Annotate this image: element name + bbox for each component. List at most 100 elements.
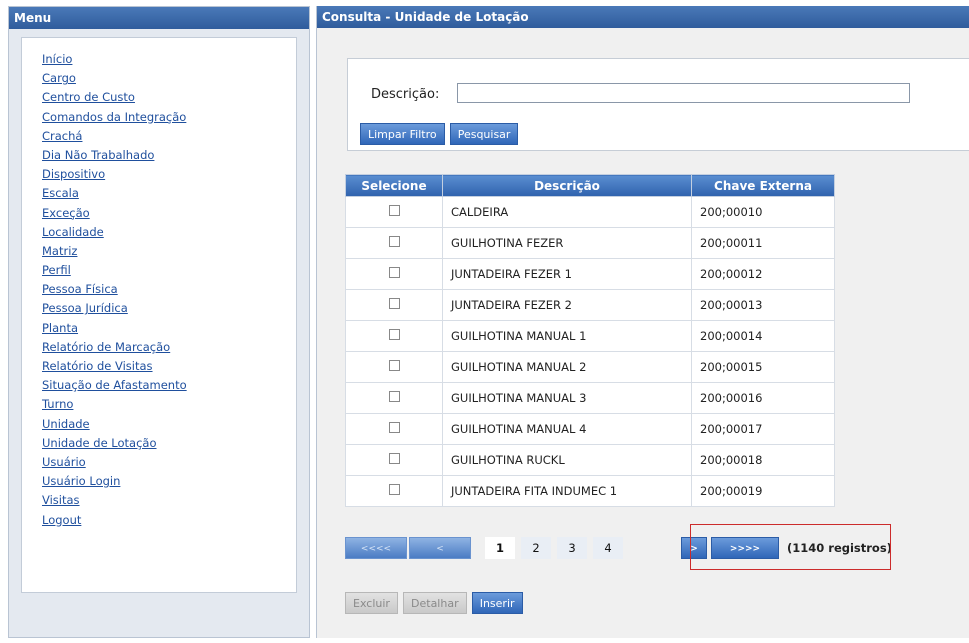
table-row: GUILHOTINA MANUAL 4 200;00017: [345, 413, 835, 445]
select-cell: [345, 227, 443, 259]
table-row: GUILHOTINA RUCKL 200;00018: [345, 444, 835, 476]
sidebar-item: Unidade: [42, 413, 296, 432]
sidebar-item-link[interactable]: Unidade: [42, 417, 90, 431]
page-4-button[interactable]: 4: [593, 537, 623, 559]
prev-page-button[interactable]: <: [409, 537, 471, 559]
header-select[interactable]: Selecione: [345, 174, 443, 197]
page-2-button[interactable]: 2: [521, 537, 551, 559]
row-checkbox[interactable]: [388, 453, 400, 464]
sidebar-item: Perfil: [42, 259, 296, 278]
row-checkbox[interactable]: [388, 360, 400, 371]
header-external-key[interactable]: Chave Externa: [691, 174, 835, 197]
description-input[interactable]: [457, 83, 910, 103]
description-cell: JUNTADEIRA FITA INDUMEC 1: [442, 475, 692, 507]
table-row: GUILHOTINA FEZER 200;00011: [345, 227, 835, 259]
row-checkbox[interactable]: [388, 329, 400, 340]
sidebar-item: Usuário Login: [42, 470, 296, 489]
sidebar-item-link[interactable]: Início: [42, 52, 72, 66]
sidebar-item-link[interactable]: Usuário Login: [42, 474, 120, 488]
external-key-cell: 200;00013: [691, 289, 835, 321]
table-row: JUNTADEIRA FEZER 1 200;00012: [345, 258, 835, 290]
delete-button[interactable]: Excluir: [345, 592, 398, 614]
sidebar-menu-panel: Menu Início Cargo Centro de Custo Comandos …: [8, 6, 310, 638]
sidebar-item-link[interactable]: Matriz: [42, 244, 77, 258]
sidebar-item: Comandos da Integração: [42, 106, 296, 125]
sidebar-item: Situação de Afastamento: [42, 374, 296, 393]
sidebar-item-link[interactable]: Relatório de Visitas: [42, 359, 153, 373]
sidebar-item: Centro de Custo: [42, 86, 296, 105]
sidebar-item: Dia Não Trabalhado: [42, 144, 296, 163]
clear-filter-button[interactable]: Limpar Filtro: [360, 123, 445, 145]
select-cell: [345, 475, 443, 507]
sidebar-item-link[interactable]: Centro de Custo: [42, 90, 135, 104]
description-cell: JUNTADEIRA FEZER 1: [442, 258, 692, 290]
sidebar-item: Escala: [42, 182, 296, 201]
external-key-cell: 200;00010: [691, 196, 835, 228]
row-checkbox[interactable]: [388, 484, 400, 495]
sidebar-item-link[interactable]: Pessoa Física: [42, 282, 118, 296]
sidebar-item-link[interactable]: Localidade: [42, 225, 104, 239]
filter-buttons: Limpar Filtro Pesquisar: [360, 123, 519, 145]
page-1-button[interactable]: 1: [485, 537, 515, 559]
sidebar-title: Menu: [9, 7, 309, 29]
sidebar-item-link[interactable]: Perfil: [42, 263, 71, 277]
sidebar-item-link[interactable]: Comandos da Integração: [42, 110, 186, 124]
sidebar-item: Início: [42, 48, 296, 67]
sidebar-item-link[interactable]: Relatório de Marcação: [42, 340, 170, 354]
sidebar-item: Pessoa Jurídica: [42, 297, 296, 316]
filter-box: Descrição: Limpar Filtro Pesquisar: [347, 58, 969, 151]
menu-list: Início Cargo Centro de Custo Comandos da In…: [22, 38, 296, 528]
external-key-cell: 200;00014: [691, 320, 835, 352]
sidebar-item-link[interactable]: Situação de Afastamento: [42, 378, 187, 392]
sidebar-item: Relatório de Visitas: [42, 355, 296, 374]
search-button[interactable]: Pesquisar: [449, 123, 519, 145]
select-cell: [345, 382, 443, 414]
row-checkbox[interactable]: [388, 391, 400, 402]
sidebar-item: Cargo: [42, 67, 296, 86]
external-key-cell: 200;00018: [691, 444, 835, 476]
row-checkbox[interactable]: [388, 236, 400, 247]
description-cell: GUILHOTINA MANUAL 2: [442, 351, 692, 383]
sidebar-item-link[interactable]: Planta: [42, 321, 78, 335]
sidebar-item-link[interactable]: Exceção: [42, 206, 90, 220]
description-cell: JUNTADEIRA FEZER 2: [442, 289, 692, 321]
external-key-cell: 200;00012: [691, 258, 835, 290]
sidebar-item-link[interactable]: Dispositivo: [42, 167, 105, 181]
sidebar-item-link[interactable]: Cargo: [42, 71, 76, 85]
row-checkbox[interactable]: [388, 205, 400, 216]
sidebar-item-link[interactable]: Unidade de Lotação: [42, 436, 157, 450]
external-key-cell: 200;00011: [691, 227, 835, 259]
sidebar-item-link[interactable]: Escala: [42, 186, 79, 200]
details-button[interactable]: Detalhar: [403, 592, 467, 614]
header-description[interactable]: Descrição: [442, 174, 692, 197]
page-3-button[interactable]: 3: [557, 537, 587, 559]
row-checkbox[interactable]: [388, 267, 400, 278]
sidebar-item-link[interactable]: Usuário: [42, 455, 86, 469]
sidebar-item: Matriz: [42, 240, 296, 259]
sidebar-item: Pessoa Física: [42, 278, 296, 297]
sidebar-item-link[interactable]: Logout: [42, 513, 81, 527]
sidebar-item: Visitas: [42, 489, 296, 508]
sidebar-item: Turno: [42, 393, 296, 412]
external-key-cell: 200;00016: [691, 382, 835, 414]
first-page-button[interactable]: <<<<: [345, 537, 407, 559]
select-cell: [345, 351, 443, 383]
sidebar-item: Logout: [42, 509, 296, 528]
table-row: JUNTADEIRA FITA INDUMEC 1 200;00019: [345, 475, 835, 507]
insert-button[interactable]: Inserir: [471, 592, 523, 614]
sidebar-item: Relatório de Marcação: [42, 336, 296, 355]
action-buttons: Excluir Detalhar Inserir: [345, 592, 523, 614]
row-checkbox[interactable]: [388, 298, 400, 309]
sidebar-item-link[interactable]: Dia Não Trabalhado: [42, 148, 154, 162]
description-cell: GUILHOTINA MANUAL 3: [442, 382, 692, 414]
sidebar-item-link[interactable]: Turno: [42, 397, 73, 411]
sidebar-item: Exceção: [42, 202, 296, 221]
description-cell: CALDEIRA: [442, 196, 692, 228]
sidebar-item-link[interactable]: Visitas: [42, 493, 80, 507]
select-cell: [345, 320, 443, 352]
external-key-cell: 200;00015: [691, 351, 835, 383]
row-checkbox[interactable]: [388, 422, 400, 433]
description-cell: GUILHOTINA FEZER: [442, 227, 692, 259]
sidebar-item-link[interactable]: Pessoa Jurídica: [42, 301, 128, 315]
sidebar-item-link[interactable]: Crachá: [42, 129, 82, 143]
